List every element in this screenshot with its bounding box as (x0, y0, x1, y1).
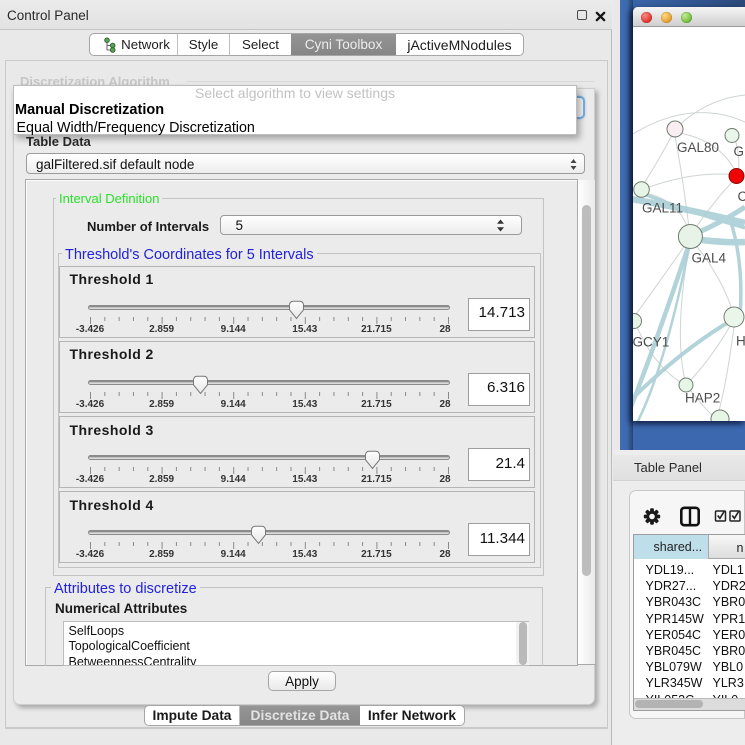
svg-text:GAL11: GAL11 (642, 200, 683, 215)
svg-text:HAP2: HAP2 (685, 391, 720, 406)
svg-text:GAL80: GAL80 (677, 140, 719, 155)
svg-text:C: C (738, 189, 745, 204)
svg-text:GAL4: GAL4 (692, 251, 727, 266)
svg-text:G.: G. (734, 144, 745, 159)
svg-text:H: H (736, 334, 745, 349)
svg-text:GCY1: GCY1 (633, 335, 669, 350)
